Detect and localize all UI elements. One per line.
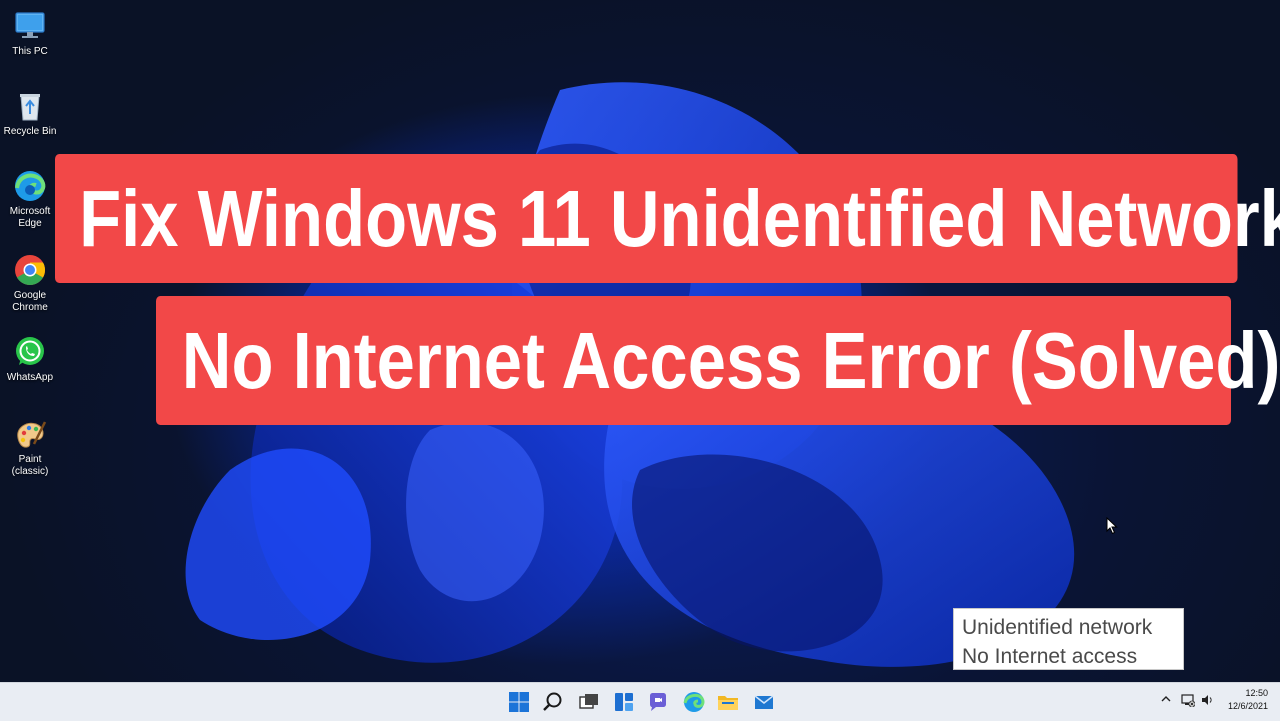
taskbar-clock[interactable]: 12:50 12/6/2021 <box>1228 687 1268 713</box>
desktop-icon-microsoft-edge[interactable]: Microsoft Edge <box>0 168 60 230</box>
speaker-icon[interactable] <box>1200 693 1214 707</box>
desktop-icon-google-chrome[interactable]: Google Chrome <box>0 252 60 314</box>
desktop-icon-whatsapp[interactable]: WhatsApp <box>0 334 60 384</box>
desktop-icon-label: This PC <box>12 46 48 57</box>
desktop-icon-label: Google Chrome <box>12 290 48 313</box>
mouse-cursor-icon <box>1106 517 1118 535</box>
desktop-icon-label: Paint (classic) <box>11 454 49 477</box>
edge-icon[interactable] <box>682 690 706 714</box>
recycle-bin-icon <box>20 94 40 121</box>
title-banner-line-1: Fix Windows 11 Unidentified Network <box>55 154 1280 283</box>
whatsapp-icon <box>16 337 44 365</box>
mail-icon[interactable] <box>752 690 776 714</box>
start-icon[interactable] <box>507 690 531 714</box>
edge-icon <box>15 171 46 201</box>
network-no-internet-icon[interactable] <box>1181 693 1195 707</box>
search-icon[interactable] <box>541 690 565 714</box>
chrome-icon <box>15 255 46 286</box>
desktop-icon-recycle-bin[interactable]: Recycle Bin <box>0 88 60 138</box>
monitor-icon <box>15 12 45 38</box>
tooltip-network-name: Unidentified network <box>962 616 1153 639</box>
paint-icon <box>17 421 47 448</box>
desktop-icon-label: WhatsApp <box>6 372 54 383</box>
chat-icon[interactable] <box>646 690 670 714</box>
desktop: This PC Recycle Bin Microsoft Edge Googl… <box>0 0 1280 682</box>
task-view-icon[interactable] <box>577 690 601 714</box>
desktop-icon-label: Recycle Bin <box>3 126 57 137</box>
desktop-icon-paint-classic[interactable]: Paint (classic) <box>0 416 60 478</box>
widgets-icon[interactable] <box>612 690 636 714</box>
file-explorer-icon[interactable] <box>716 690 740 714</box>
tooltip-network-status: No Internet access <box>962 645 1138 668</box>
chevron-up-icon[interactable] <box>1160 693 1172 705</box>
taskbar: 12:50 12/6/2021 <box>0 682 1280 721</box>
desktop-icon-label: Microsoft Edge <box>9 206 51 229</box>
desktop-icon-this-pc[interactable]: This PC <box>0 8 60 58</box>
clock-date: 12/6/2021 <box>1227 701 1268 711</box>
network-status-tooltip: Unidentified network No Internet access <box>953 608 1184 670</box>
title-banner-line-2: No Internet Access Error (Solved) <box>156 296 1280 425</box>
clock-time: 12:50 <box>1245 688 1268 698</box>
